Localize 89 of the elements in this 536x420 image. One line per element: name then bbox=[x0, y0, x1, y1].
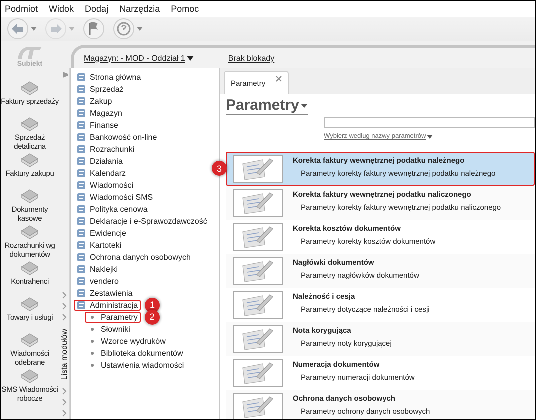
tree-item[interactable]: Finanse bbox=[74, 120, 122, 130]
bullet-icon bbox=[91, 364, 94, 366]
tree-item[interactable]: Polityka cenowa bbox=[74, 204, 151, 214]
tree-subitem[interactable]: Słowniki bbox=[85, 324, 134, 334]
caret-icon bbox=[427, 134, 434, 138]
bullet-icon bbox=[91, 316, 94, 318]
document-pencil-icon bbox=[233, 325, 283, 353]
lock-status-link[interactable]: Brak blokady bbox=[228, 54, 275, 62]
tree-item[interactable]: Działania bbox=[74, 156, 126, 166]
tree-item[interactable]: Magazyn bbox=[74, 108, 126, 118]
page-icon bbox=[77, 120, 86, 130]
menu-item[interactable]: Widok bbox=[49, 4, 74, 14]
tree-item[interactable]: Kalendarz bbox=[74, 168, 130, 178]
document-pencil-icon bbox=[233, 257, 283, 285]
caret-icon bbox=[69, 27, 75, 31]
warehouse-selector[interactable]: Magazyn: - MOD - Oddział 1 bbox=[84, 54, 194, 62]
caret-icon bbox=[187, 56, 194, 60]
tree-item[interactable]: Deklaracje i e-Sprawozdawczość bbox=[74, 216, 210, 226]
page-icon bbox=[77, 192, 86, 202]
tree-item[interactable]: Zakup bbox=[74, 96, 116, 106]
menu-item[interactable]: Podmiot bbox=[5, 4, 38, 14]
bullet-icon bbox=[91, 328, 94, 330]
tree-item[interactable]: Ewidencje bbox=[74, 228, 130, 238]
tree-item[interactable]: Ochrona danych osobowych bbox=[74, 252, 194, 262]
paper-stack-icon bbox=[19, 187, 41, 205]
page-title[interactable]: Parametry bbox=[226, 97, 308, 115]
menu-item[interactable]: Narzędzia bbox=[120, 4, 160, 14]
search-field[interactable] bbox=[324, 117, 535, 128]
menu-item[interactable]: Pomoc bbox=[171, 4, 200, 14]
flag-button[interactable] bbox=[83, 18, 105, 40]
document-pencil-icon bbox=[233, 189, 283, 217]
tree-item[interactable]: Kartoteki bbox=[74, 240, 125, 250]
page-icon bbox=[77, 204, 86, 214]
paper-stack-icon bbox=[19, 151, 41, 169]
paper-stack-icon bbox=[19, 295, 41, 313]
tree-item[interactable]: vendero bbox=[74, 276, 122, 286]
bullet-icon bbox=[91, 352, 94, 354]
page-icon bbox=[77, 96, 86, 106]
page-icon bbox=[77, 156, 86, 166]
page-icon bbox=[77, 216, 86, 226]
tree-subitem[interactable]: Parametry bbox=[85, 312, 141, 322]
tree-item[interactable]: Naklejki bbox=[74, 264, 122, 274]
page-icon bbox=[77, 144, 86, 154]
caret-icon bbox=[31, 27, 37, 31]
page-icon bbox=[77, 180, 86, 190]
document-pencil-icon bbox=[233, 223, 283, 251]
page-icon bbox=[77, 84, 86, 94]
step-badge: 1 bbox=[145, 298, 160, 312]
paper-stack-icon bbox=[19, 367, 41, 385]
tree-item[interactable]: Administracja bbox=[74, 300, 142, 310]
tree-item[interactable]: Wiadomości SMS bbox=[74, 192, 156, 202]
page-icon bbox=[77, 132, 86, 142]
document-pencil-icon bbox=[233, 291, 283, 319]
bullet-icon bbox=[91, 340, 94, 342]
tree-subitem[interactable]: Biblioteka dokumentów bbox=[85, 348, 186, 358]
page-icon bbox=[77, 288, 86, 298]
tree-item[interactable]: Rozrachunki bbox=[74, 144, 138, 154]
help-button[interactable] bbox=[113, 18, 143, 40]
page-icon bbox=[77, 276, 86, 286]
paper-stack-icon bbox=[19, 79, 41, 97]
page-icon bbox=[77, 240, 86, 250]
tree-item[interactable]: Strona główna bbox=[74, 72, 144, 82]
page-icon bbox=[77, 300, 86, 310]
back-button[interactable] bbox=[7, 18, 37, 40]
paper-stack-icon bbox=[19, 115, 41, 133]
paper-stack-icon bbox=[19, 259, 41, 277]
page-icon bbox=[77, 72, 86, 82]
paper-stack-icon bbox=[19, 223, 41, 241]
page-icon bbox=[77, 264, 86, 274]
document-pencil-icon bbox=[233, 359, 283, 387]
menu-item[interactable]: Dodaj bbox=[85, 4, 109, 14]
caret-icon bbox=[301, 104, 308, 108]
tree-item[interactable]: Wiadomości bbox=[74, 180, 137, 190]
tree-subitem[interactable]: Wzorce wydruków bbox=[85, 336, 169, 346]
tree-item[interactable]: Sprzedaż bbox=[74, 84, 127, 94]
document-pencil-icon bbox=[233, 155, 283, 183]
page-icon bbox=[77, 252, 86, 262]
tree-item[interactable]: Bankowość on-line bbox=[74, 132, 160, 142]
page-icon bbox=[77, 228, 86, 238]
module-list-label[interactable]: Lista modułów bbox=[60, 328, 68, 380]
close-icon[interactable] bbox=[276, 76, 282, 82]
page-icon bbox=[77, 168, 86, 178]
step-badge: 2 bbox=[144, 310, 160, 324]
caret-icon bbox=[137, 27, 143, 31]
page-icon bbox=[77, 108, 86, 118]
logo-icon bbox=[16, 45, 44, 61]
tree-item[interactable]: Zestawienia bbox=[74, 288, 136, 298]
paper-stack-icon bbox=[19, 331, 41, 349]
tree-subitem[interactable]: Ustawienia wiadomości bbox=[85, 360, 188, 370]
